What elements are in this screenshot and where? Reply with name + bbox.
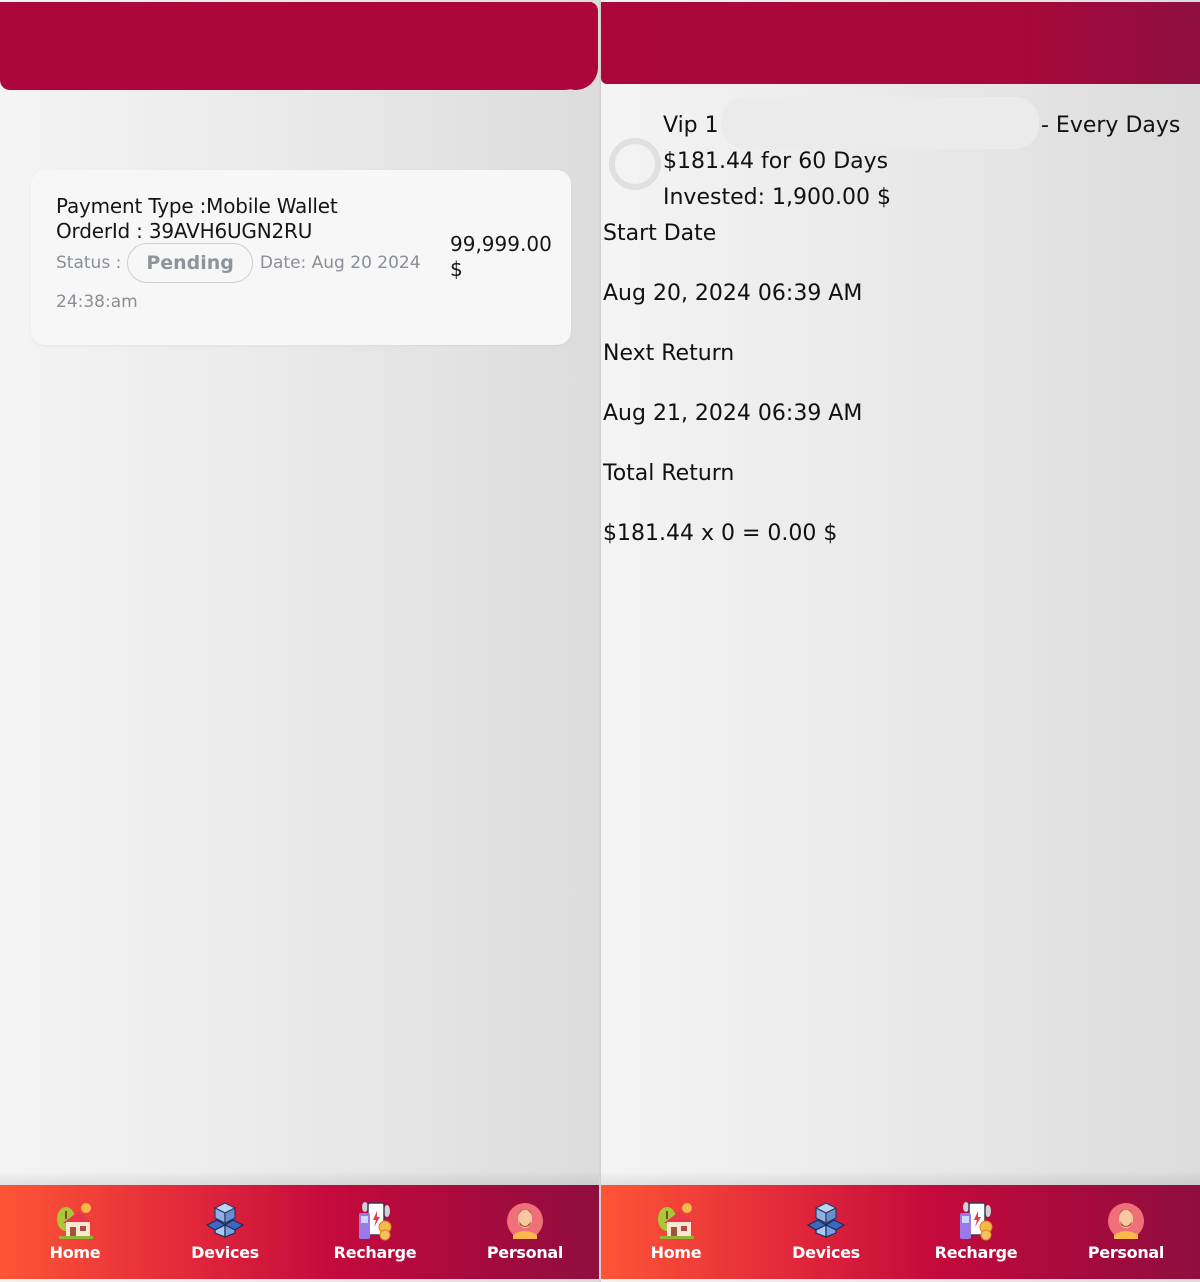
- status-badge: Pending: [127, 243, 253, 283]
- nav-home-label: Home: [650, 1243, 702, 1262]
- nav-devices-label: Devices: [191, 1243, 259, 1262]
- payment-time: 24:38:am: [56, 292, 138, 312]
- nav-recharge[interactable]: Recharge: [901, 1185, 1051, 1279]
- vip-frequency: - Every Days: [1041, 113, 1181, 138]
- total-return-label: Total Return: [603, 461, 735, 486]
- bottom-nav: Home Devices Recharge Personal: [601, 1171, 1200, 1279]
- nav-personal[interactable]: Personal: [450, 1185, 599, 1279]
- devices-icon: [205, 1202, 245, 1238]
- payment-record-card[interactable]: Payment Type :Mobile Wallet OrderId : 39…: [31, 170, 571, 345]
- nav-devices-label: Devices: [792, 1243, 860, 1262]
- payment-amount: 99,999.00 $: [450, 232, 560, 282]
- nav-devices[interactable]: Devices: [150, 1185, 300, 1279]
- payment-date: Date: Aug 20 2024: [259, 253, 421, 273]
- total-return-value: $181.44 x 0 = 0.00 $: [603, 521, 838, 546]
- orders-screen: Payment Type :Mobile Wallet OrderId : 39…: [0, 0, 600, 1282]
- nav-recharge-label: Recharge: [934, 1243, 1018, 1262]
- header-bar: [0, 2, 598, 90]
- investment-detail-screen: Vip 1 - Every Days $181.44 for 60 Days I…: [600, 0, 1200, 1282]
- nav-personal-label: Personal: [1087, 1243, 1165, 1262]
- nav-devices[interactable]: Devices: [751, 1185, 901, 1279]
- personal-icon: [507, 1203, 543, 1239]
- vip-invested: Invested: 1,900.00 $: [663, 185, 891, 210]
- vip-rate: $181.44 for 60 Days: [663, 149, 889, 174]
- vip-name: Vip 1: [663, 113, 719, 138]
- nav-home[interactable]: Home: [601, 1185, 751, 1279]
- status-label: Status :: [56, 253, 122, 273]
- bottom-nav: Home Devices Recharge Personal: [0, 1171, 599, 1279]
- personal-icon: [1108, 1203, 1144, 1239]
- amount-currency: $: [450, 257, 463, 281]
- status-row: Status : Pending Date: Aug 20 2024: [56, 243, 421, 283]
- amount-value: 99,999.00: [450, 232, 552, 256]
- nav-home[interactable]: Home: [0, 1185, 150, 1279]
- next-return-label: Next Return: [603, 341, 735, 366]
- redacted-area: [721, 97, 1039, 149]
- nav-personal[interactable]: Personal: [1051, 1185, 1200, 1279]
- recharge-icon: [960, 1202, 993, 1241]
- nav-recharge[interactable]: Recharge: [300, 1185, 450, 1279]
- payment-type: Payment Type :Mobile Wallet: [56, 194, 338, 218]
- nav-personal-label: Personal: [486, 1243, 564, 1262]
- devices-icon: [806, 1202, 846, 1238]
- nav-recharge-label: Recharge: [333, 1243, 417, 1262]
- order-id: OrderId : 39AVH6UGN2RU: [56, 219, 313, 243]
- progress-ring: [609, 138, 661, 190]
- start-date-value: Aug 20, 2024 06:39 AM: [603, 281, 863, 306]
- home-icon: [57, 1203, 93, 1239]
- home-icon: [658, 1203, 694, 1239]
- next-return-value: Aug 21, 2024 06:39 AM: [603, 401, 863, 426]
- nav-home-label: Home: [49, 1243, 101, 1262]
- header-bar: [601, 2, 1200, 84]
- recharge-icon: [359, 1202, 392, 1241]
- start-date-label: Start Date: [603, 221, 717, 246]
